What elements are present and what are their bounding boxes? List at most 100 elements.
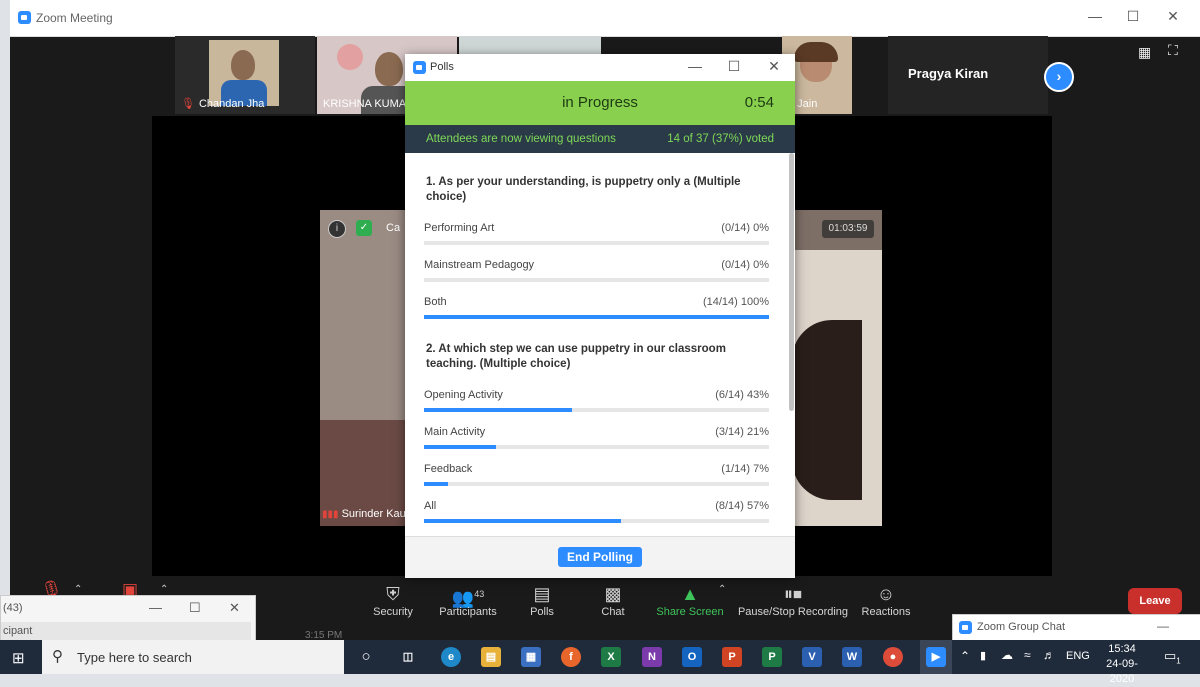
next-page-icon[interactable]: › bbox=[1044, 62, 1074, 92]
active-speaker-tile[interactable]: Pragya Kiran › bbox=[888, 36, 1074, 114]
powerpoint-icon[interactable]: P bbox=[722, 647, 742, 667]
recording-timer: 01:03:59 bbox=[822, 220, 874, 238]
viewing-status: Attendees are now viewing questions bbox=[426, 133, 616, 145]
onenote-icon[interactable]: N bbox=[642, 647, 662, 667]
cortana-icon[interactable]: ○ bbox=[356, 647, 376, 667]
polls-minimize-button[interactable]: — bbox=[685, 58, 705, 74]
participants-icon: 👥43 bbox=[451, 588, 485, 608]
participant-name: 🎙 Chandan Jha bbox=[181, 98, 265, 110]
close-button[interactable]: ✕ bbox=[229, 600, 240, 616]
reactions-button[interactable]: ☺ Reactions bbox=[846, 582, 926, 618]
shield-icon[interactable]: ✓ bbox=[356, 220, 372, 236]
search-icon: ⚲ bbox=[52, 648, 63, 665]
edge-icon[interactable]: e bbox=[441, 647, 461, 667]
onedrive-icon[interactable]: ☁ bbox=[1001, 648, 1013, 662]
wall-decoration bbox=[337, 44, 363, 70]
security-button[interactable]: ⛨ Security bbox=[353, 582, 433, 618]
option-row: Both (14/14) 100% bbox=[424, 296, 769, 319]
result-bar-fill bbox=[424, 315, 769, 319]
participant-tile-chandan[interactable]: 🎙 Chandan Jha bbox=[175, 36, 315, 114]
visio-icon[interactable]: V bbox=[802, 647, 822, 667]
poll-status: in Progress bbox=[562, 94, 638, 111]
participant-name: KRISHNA KUMA bbox=[323, 98, 407, 110]
result-bar-fill bbox=[424, 408, 573, 412]
participant-face bbox=[231, 50, 255, 80]
publisher-icon[interactable]: P bbox=[762, 647, 782, 667]
signal-icon: ▮▮▮ bbox=[322, 509, 339, 520]
maximize-button[interactable]: ☐ bbox=[1123, 8, 1143, 25]
windows-taskbar: ⊞ ⚲ Type here to search ○ ◫ e ▤ ▦ f X N … bbox=[0, 640, 1200, 685]
search-placeholder: Type here to search bbox=[77, 650, 192, 665]
word-icon[interactable]: W bbox=[842, 647, 862, 667]
result-bar bbox=[424, 241, 769, 245]
fullscreen-icon[interactable]: ⛶ bbox=[1168, 42, 1178, 59]
input-language[interactable]: ENG bbox=[1066, 650, 1090, 662]
result-bar bbox=[424, 278, 769, 282]
speaker-hair bbox=[792, 320, 862, 500]
recording-button[interactable]: ⏸⏹ Pause/Stop Recording bbox=[737, 582, 849, 618]
chat-button[interactable]: ▩ Chat bbox=[573, 582, 653, 618]
leave-button[interactable]: Leave bbox=[1128, 588, 1182, 614]
gallery-view-icon[interactable]: ▦ bbox=[1138, 44, 1151, 61]
zoom-taskbar-button[interactable]: ▶ bbox=[920, 640, 952, 674]
share-options-chevron-icon[interactable]: ⌃ bbox=[718, 584, 726, 595]
video-options-chevron-icon[interactable]: ⌃ bbox=[160, 584, 168, 595]
info-icon[interactable]: i bbox=[328, 220, 346, 238]
option-row: Performing Art (0/14) 0% bbox=[424, 222, 769, 245]
poll-scrollbar[interactable] bbox=[789, 153, 794, 411]
notifications-icon[interactable]: ▭1 bbox=[1164, 648, 1181, 666]
end-polling-button[interactable]: End Polling bbox=[558, 547, 642, 567]
speaker-name-label: ▮▮▮ Surinder Kau bbox=[322, 508, 406, 520]
participant-row[interactable]: cipant bbox=[1, 622, 251, 640]
taskbar-search[interactable]: ⚲ Type here to search bbox=[42, 640, 344, 674]
minimize-button[interactable]: — bbox=[149, 600, 162, 615]
zoom-logo-icon bbox=[18, 11, 31, 24]
polls-close-button[interactable]: ✕ bbox=[764, 58, 784, 75]
option-row: Main Activity (3/14) 21% bbox=[424, 426, 769, 449]
minimize-button[interactable]: — bbox=[1157, 619, 1169, 633]
result-bar-fill bbox=[424, 519, 621, 523]
question-1: 1. As per your understanding, is puppetr… bbox=[426, 176, 741, 203]
wifi-icon[interactable]: ≈ bbox=[1024, 648, 1031, 662]
question-2: 2. At which step we can use puppetry in … bbox=[426, 343, 726, 370]
battery-icon[interactable]: ▮ bbox=[980, 649, 986, 662]
chrome-icon[interactable]: ● bbox=[883, 647, 903, 667]
polls-title-bar: Polls — ☐ ✕ bbox=[405, 54, 795, 81]
participants-button[interactable]: 👥43 Participants bbox=[428, 582, 508, 618]
option-row: Mainstream Pedagogy (0/14) 0% bbox=[424, 259, 769, 282]
excel-icon[interactable]: X bbox=[601, 647, 621, 667]
zoom-group-chat-window[interactable]: Zoom Group Chat — bbox=[952, 614, 1200, 642]
pause-stop-icon: ⏸⏹ bbox=[784, 584, 802, 604]
window-title: Zoom Meeting bbox=[36, 11, 113, 25]
polls-window: Polls — ☐ ✕ in Progress 0:54 Attendees a… bbox=[405, 54, 795, 578]
close-button[interactable]: ✕ bbox=[1163, 8, 1183, 25]
task-view-icon[interactable]: ◫ bbox=[398, 647, 418, 667]
maximize-button[interactable]: ☐ bbox=[189, 600, 201, 616]
video-label: Ca bbox=[386, 222, 401, 234]
outlook-icon[interactable]: O bbox=[682, 647, 702, 667]
store-icon[interactable]: ▦ bbox=[521, 647, 541, 667]
poll-subheader: Attendees are now viewing questions 14 o… bbox=[405, 125, 795, 153]
firefox-icon[interactable]: f bbox=[561, 647, 581, 667]
polls-maximize-button[interactable]: ☐ bbox=[724, 58, 744, 75]
poll-timer: 0:54 bbox=[744, 94, 774, 111]
result-bar-fill bbox=[424, 482, 449, 486]
emoji-icon: ☺ bbox=[876, 584, 896, 604]
participant-hair bbox=[794, 42, 838, 62]
poll-questions: 1. As per your understanding, is puppetr… bbox=[405, 153, 795, 536]
polls-button[interactable]: ▤ Polls bbox=[502, 582, 582, 618]
result-bar bbox=[424, 315, 769, 319]
file-explorer-icon[interactable]: ▤ bbox=[481, 647, 501, 667]
audio-options-chevron-icon[interactable]: ⌃ bbox=[74, 584, 82, 595]
result-bar bbox=[424, 482, 769, 486]
zoom-logo-icon bbox=[959, 621, 972, 634]
taskbar-clock[interactable]: 15:34 24-09-2020 bbox=[1094, 642, 1150, 687]
voted-count: 14 of 37 (37%) voted bbox=[667, 133, 774, 145]
minimize-button[interactable]: — bbox=[1085, 8, 1105, 24]
polls-title: Polls bbox=[430, 61, 454, 73]
volume-icon[interactable]: ♬ bbox=[1043, 648, 1055, 662]
result-bar bbox=[424, 519, 769, 523]
windows-start-icon[interactable]: ⊞ bbox=[12, 649, 25, 667]
shield-icon: ⛨ bbox=[386, 584, 400, 604]
tray-chevron-icon[interactable]: ⌃ bbox=[960, 649, 970, 663]
